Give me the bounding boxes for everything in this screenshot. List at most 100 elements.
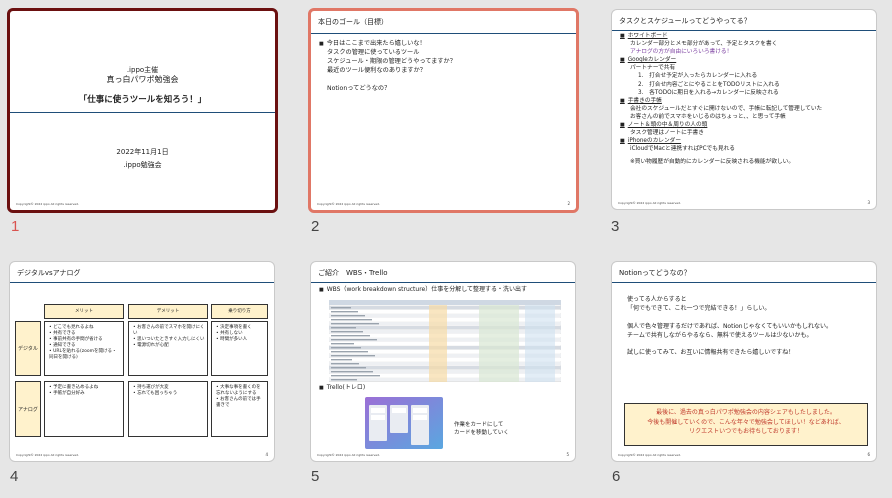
cell-item: 手帳が自分好み <box>49 391 121 397</box>
gantt-row-label <box>331 359 352 361</box>
cell-item: 電源切れが心配 <box>133 343 205 349</box>
goal-line: 最近のツール便利なのありますか？ <box>327 66 426 74</box>
slide-thumbnail-2[interactable]: 本日のゴール（目標） 今日はここまで出来たら嬉しいな！ タスクの管理に使っている… <box>308 8 579 213</box>
wbs-label: WBS（work breakdown structure）仕事を分解して整理する… <box>319 286 527 293</box>
closing-line: 最後に、過去の真っ白パワポ勉強会の内容シェアもしたしました。 <box>656 409 836 416</box>
slide-number-1: 1 <box>11 218 20 235</box>
slide-title: デジタルvsアナログ <box>17 269 81 277</box>
gantt-row-label <box>331 343 354 345</box>
tool-heading: Googleカレンダー <box>620 56 822 64</box>
cover-event: 真っ白パワポ勉強会 <box>106 75 179 84</box>
title-rule <box>612 30 876 31</box>
gantt-row-label <box>331 319 372 321</box>
notion-line: 試しに使ってみて、お互いに情報共有できたら嬉しいですね！ <box>627 349 795 357</box>
trello-heading: Trello(トレロ) <box>319 384 365 393</box>
slide-thumbnail-1[interactable]: .ippo主催 真っ白パワポ勉強会 「仕事に使うツールを知ろう！」 2022年1… <box>7 8 278 213</box>
row-label-analog: アナログ <box>15 381 41 437</box>
cell-item: 時間が多い人 <box>216 337 265 343</box>
goal-line: タスクの管理に使っているツール <box>327 48 420 56</box>
closing-box: 最後に、過去の真っ白パワポ勉強会の内容シェアもしたしました。 今後も開催していく… <box>624 403 868 446</box>
notion-line: 「何でもできて、これ一つで完結できる！」らしい。 <box>627 305 771 313</box>
slide-number-2: 2 <box>311 218 320 235</box>
gantt-row-label <box>331 331 363 333</box>
tool-line: お客さんの前でスマホをいじるのはちょっと、、と思って手帳 <box>630 113 786 120</box>
slide-thumbnail-3[interactable]: タスクとスケジュールってどうやってる？ ホワイトボード カレンダー部分とメモ部分… <box>611 9 877 210</box>
page-number: 6 <box>867 452 870 457</box>
tool-line: 1. 打合せ予定が入ったらカレンダーに入れる <box>638 73 758 80</box>
table-cell: 決定事項を書く 共有しない 時間が多い人 <box>211 321 268 376</box>
gantt-row-label <box>331 323 379 325</box>
tool-heading: 手書きの手帳 <box>620 97 822 105</box>
gantt-row-label <box>331 315 365 317</box>
slide-number-6: 6 <box>612 468 621 485</box>
goal-line: スケジュール・期限の管理どうやってますか？ <box>327 57 456 65</box>
trello-label: Trello(トレロ) <box>319 384 365 391</box>
slide-thumbnail-5[interactable]: ご紹介 WBS・Trello WBS（work breakdown struct… <box>310 261 576 462</box>
slide-footer: Copyright© 2022 ippo All rights reserved… <box>16 202 80 206</box>
table-cell: 持ち運びが大変 忘れても困っちゃう <box>128 381 208 437</box>
row-label-digital: デジタル <box>15 321 41 376</box>
title-rule <box>10 282 274 283</box>
table-cell: 予定に書き込めるよね 手帳が自分好み <box>44 381 124 437</box>
gantt-row-label <box>331 347 361 349</box>
closing-line: 今後も開催していくので、こんな年々で勉強会してほしい！などあれば、 <box>647 418 845 426</box>
cover-host: .ippo勉強会 <box>123 161 162 169</box>
gantt-row-label <box>331 367 366 369</box>
title-rule <box>311 33 576 34</box>
wbs-heading: WBS（work breakdown structure）仕事を分解して整理する… <box>319 286 527 295</box>
tool-heading: ホワイトボード <box>620 32 822 40</box>
gantt-row-label <box>331 371 373 373</box>
gantt-row-label <box>331 335 370 337</box>
col-header-demerit: デメリット <box>128 304 208 319</box>
col-header-merit: メリット <box>44 304 124 319</box>
cell-item: お客さんの前でスマホを開けにくい <box>133 325 205 337</box>
cell-item: URLを貼れる(zoomを開ける・同日を開ける) <box>49 349 121 361</box>
slide-thumbnail-4[interactable]: デジタルvsアナログ メリット デメリット 乗り切り方 デジタル どこでも見れる… <box>9 261 275 462</box>
tool-heading: iPhoneのカレンダー <box>620 137 822 145</box>
gantt-row-label <box>331 355 375 357</box>
tool-line: アナログの方が自由にいろいろ書ける！ <box>630 49 733 56</box>
slide-title: ご紹介 WBS・Trello <box>318 269 388 277</box>
gantt-row-label <box>331 375 380 377</box>
goal-line: 今日はここまで出来たら嬉しいな！ <box>319 40 456 49</box>
slide-title: タスクとスケジュールってどうやってる？ <box>619 17 751 25</box>
closing-line: リクエストいつでもお待ちしております！ <box>689 428 803 436</box>
tool-line: iCloudでMacと連携すればPCでも見れる <box>630 146 735 153</box>
table-cell: お客さんの前でスマホを開けにくい 思いついたときすぐ入力しにくい 電源切れが心配 <box>128 321 208 376</box>
notion-line: 個人で色々管理するだけであれば、Notionじゃなくてもいいかもしれない。 <box>627 322 832 330</box>
tool-heading: ノート＆頭の中＆周りの人の頭 <box>620 121 822 129</box>
tool-line: 3. 各TODOに期日を入れる→カレンダーに反映される <box>638 89 779 96</box>
gantt-row-label <box>331 339 377 341</box>
tool-line: タスク管理はノートに手書き <box>630 130 704 137</box>
tool-note: ※買い物履歴が自動的にカレンダーに反映される機能が欲しい。 <box>630 159 795 166</box>
tool-line: パートナーで共有 <box>630 65 676 72</box>
gantt-row-label <box>331 307 351 309</box>
trello-note-line: 作業をカードにして <box>454 422 504 428</box>
trello-note-line: カードを移動していく <box>454 429 509 436</box>
slide-number-3: 3 <box>611 218 620 235</box>
page-number: 3 <box>867 200 870 205</box>
page-number: 2 <box>567 201 570 206</box>
goal-line: Notionってどうなの？ <box>327 84 391 92</box>
gantt-row-label <box>331 311 358 313</box>
cover-date: 2022年11月1日 <box>116 148 169 156</box>
page-number: 4 <box>265 452 268 457</box>
slide-title: Notionってどうなの？ <box>619 269 691 277</box>
gantt-row-label <box>331 327 356 329</box>
title-rule <box>311 282 575 283</box>
cover-rule <box>10 112 275 113</box>
slide-thumbnail-6[interactable]: Notionってどうなの？ 使ってる人からすると 「何でもできて、これ一つで完結… <box>611 261 877 462</box>
notion-line: チームで共有しながらやるなら、無料で使えるツールは少ないかも。 <box>627 331 813 339</box>
slide-footer: Copyright© 2022 ippo All rights reserved… <box>618 453 682 457</box>
slide-footer: Copyright© 2022 ippo All rights reserved… <box>317 453 381 457</box>
slide-number-4: 4 <box>10 468 19 485</box>
gantt-row-label <box>331 363 359 365</box>
title-rule <box>612 282 876 283</box>
slide-body: 使ってる人からすると 「何でもできて、これ一つで完結できる！」らしい。 個人で色… <box>627 295 832 357</box>
trello-board-image <box>365 397 443 449</box>
slide-footer: Copyright© 2022 ippo All rights reserved… <box>317 202 381 206</box>
cell-item: お客さんの前では手書きで <box>216 397 265 409</box>
cell-item: 忘れても困っちゃう <box>133 391 205 397</box>
